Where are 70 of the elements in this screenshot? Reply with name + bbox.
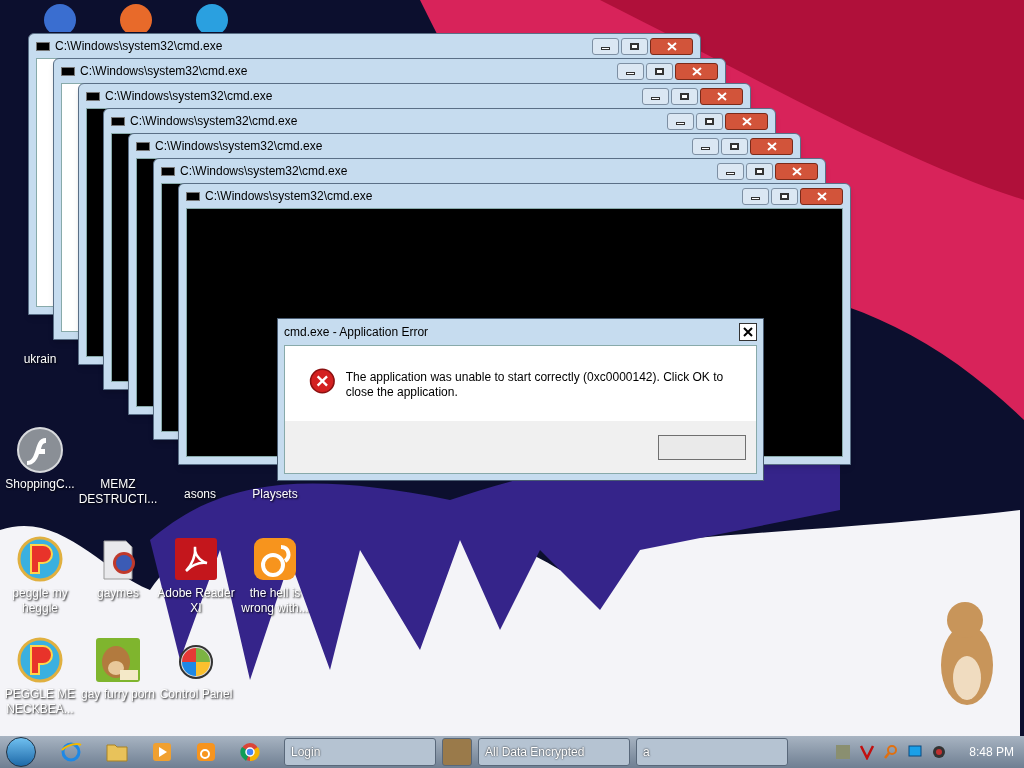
dialog-title: cmd.exe - Application Error — [284, 324, 429, 341]
letter-p-icon — [16, 636, 64, 684]
icon-label[interactable]: peggle my heggle — [0, 586, 80, 616]
console-icon — [161, 166, 175, 176]
close-button[interactable] — [700, 87, 743, 105]
icon-label[interactable]: ukrain — [23, 352, 57, 367]
window-title: C:\Windows\system32\cmd.exe — [105, 88, 273, 105]
start-button[interactable] — [6, 737, 36, 767]
close-button[interactable] — [750, 137, 793, 155]
icon-label[interactable]: gay furry porn — [80, 687, 155, 702]
icon-label[interactable]: ShoppingC... — [5, 477, 75, 492]
app-icon[interactable] — [42, 2, 78, 32]
flash-icon — [16, 426, 64, 474]
window-title: C:\Windows\system32\cmd.exe — [80, 63, 248, 80]
close-icon — [666, 41, 677, 51]
icon-label[interactable]: Control Panel — [159, 687, 233, 702]
error-message: The application was unable to start correctly (0xc0000142). Click OK to close the application. — [345, 369, 725, 400]
app-icon[interactable] — [194, 2, 230, 32]
window-title: C:\Windows\system32\cmd.exe — [155, 138, 323, 155]
close-icon — [716, 91, 727, 101]
close-icon — [741, 116, 752, 126]
window-title: C:\Windows\system32\cmd.exe — [205, 188, 373, 205]
icon-label[interactable]: Playsets — [252, 487, 298, 502]
console-icon — [111, 116, 125, 126]
maximize-button[interactable] — [696, 112, 723, 130]
window-title: C:\Windows\system32\cmd.exe — [130, 113, 298, 130]
media-player-icon[interactable] — [152, 742, 172, 762]
maximize-button[interactable] — [621, 37, 648, 55]
close-button[interactable] — [775, 162, 818, 180]
minimize-button[interactable] — [742, 187, 769, 205]
close-button[interactable] — [725, 112, 768, 130]
close-button[interactable] — [739, 323, 757, 341]
close-icon — [691, 66, 702, 76]
maximize-button[interactable] — [771, 187, 798, 205]
icon-label[interactable]: PEGGLE ME NECKBEA... — [0, 687, 80, 717]
v-icon[interactable] — [859, 744, 876, 760]
maximize-button[interactable] — [646, 62, 673, 80]
console-icon — [136, 141, 150, 151]
close-icon — [743, 327, 753, 337]
console-icon — [186, 191, 200, 201]
chrome-icon[interactable] — [240, 742, 260, 762]
console-icon — [86, 91, 100, 101]
close-button[interactable] — [800, 187, 843, 205]
maximize-button[interactable] — [671, 87, 698, 105]
close-button[interactable] — [675, 62, 718, 80]
minimize-button[interactable] — [617, 62, 644, 80]
speaker-icon[interactable] — [931, 744, 948, 760]
close-button[interactable] — [650, 37, 693, 55]
app-icon[interactable] — [118, 2, 154, 32]
ok-button[interactable] — [658, 434, 746, 460]
minimize-button[interactable] — [642, 87, 669, 105]
icon-label[interactable]: asons — [184, 487, 216, 502]
letter-p-icon — [16, 535, 64, 583]
console-icon — [61, 66, 75, 76]
close-icon — [816, 191, 827, 201]
minimize-button[interactable] — [667, 112, 694, 130]
hamster-icon — [94, 636, 142, 684]
window-title: C:\Windows\system32\cmd.exe — [55, 38, 223, 55]
maximize-button[interactable] — [746, 162, 773, 180]
icon-label[interactable]: MEMZ DESTRUCTI... — [78, 477, 158, 507]
minimize-button[interactable] — [592, 37, 619, 55]
close-icon — [791, 166, 802, 176]
minimize-button[interactable] — [717, 162, 744, 180]
maximize-button[interactable] — [721, 137, 748, 155]
close-icon — [766, 141, 777, 151]
icon-label[interactable]: gaymes — [97, 586, 139, 601]
minimize-button[interactable] — [692, 137, 719, 155]
pdf-icon — [172, 535, 220, 583]
console-icon — [36, 41, 50, 51]
window-title: C:\Windows\system32\cmd.exe — [180, 163, 348, 180]
